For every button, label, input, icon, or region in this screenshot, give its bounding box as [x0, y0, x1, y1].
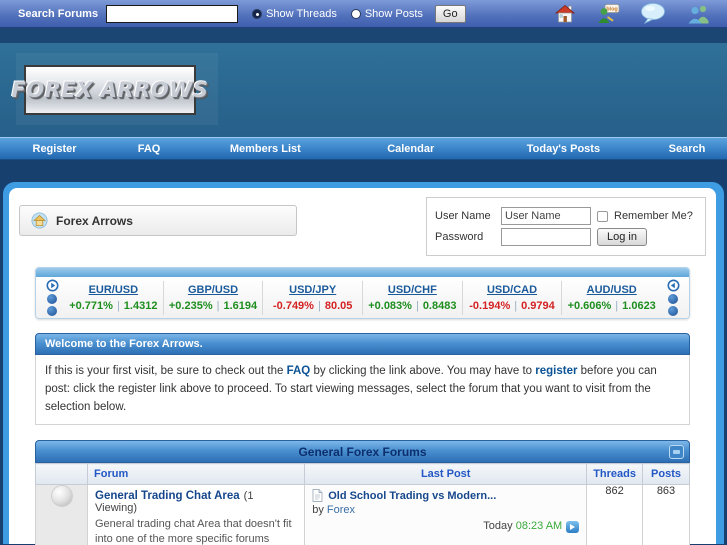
breadcrumb-home-icon	[31, 212, 48, 229]
remember-me-checkbox[interactable]	[597, 210, 608, 222]
pair-link[interactable]: USD/JPY	[289, 284, 336, 296]
pair-link[interactable]: GBP/USD	[188, 284, 238, 296]
top-search-bar: Search Forums Show Threads Show Posts Go…	[0, 0, 727, 28]
forum-link[interactable]: General Trading Chat Area	[95, 490, 240, 502]
pair-link[interactable]: EUR/USD	[89, 284, 139, 296]
pair-values: -0.194% | 0.9794	[469, 299, 555, 312]
category-title: General Forex Forums	[298, 444, 427, 459]
show-posts-radio[interactable]	[350, 8, 361, 19]
password-field[interactable]	[501, 228, 591, 246]
pair-values: +0.083% | 0.8483	[368, 299, 457, 312]
ticker-pair-usdcad: USD/CAD -0.194% | 0.9794	[461, 280, 562, 315]
pair-values: +0.235% | 1.6194	[168, 299, 258, 312]
welcome-title: Welcome to the Forex Arrows.	[35, 333, 690, 355]
welcome-message: If this is your first visit, be sure to …	[35, 355, 690, 426]
nav-register[interactable]: Register	[0, 143, 109, 155]
collapse-icon[interactable]	[669, 445, 684, 460]
username-label: User Name	[435, 210, 491, 222]
table-header-row: Forum Last Post Threads Posts	[35, 463, 690, 486]
pair-values: +0.606% | 1.0623	[567, 299, 656, 312]
ticker-dot[interactable]	[47, 294, 57, 304]
ticker-pair-usdjpy: USD/JPY -0.749% | 80.05	[262, 280, 362, 315]
ticker-dot[interactable]	[47, 306, 57, 316]
currency-ticker: EUR/USD +0.771% | 1.4312 GBP/USD +0.235% | 1…	[35, 267, 690, 319]
threads-count: 862	[586, 484, 643, 545]
blog-icon[interactable]: blog	[596, 3, 620, 24]
ticker-play-right-icon[interactable]	[46, 279, 59, 292]
goto-last-post-icon[interactable]	[566, 520, 580, 533]
breadcrumb: Forex Arrows	[19, 205, 297, 236]
show-threads-radio[interactable]	[252, 8, 263, 19]
site-logo[interactable]: FOREX ARROWS	[12, 65, 208, 115]
ticker-dot[interactable]	[668, 306, 679, 316]
breadcrumb-title: Forex Arrows	[56, 213, 133, 228]
last-post-column-header: Last Post	[304, 463, 588, 486]
username-field[interactable]	[501, 207, 591, 225]
show-threads-option[interactable]: Show Threads	[252, 8, 337, 20]
ticker-left-controls	[40, 279, 64, 316]
nav-search[interactable]: Search	[647, 143, 727, 155]
ticker-pair-audusd: AUD/USD +0.606% | 1.0623	[561, 280, 661, 315]
pair-values: -0.749% | 80.05	[272, 299, 353, 312]
ticker-pair-gbpusd: GBP/USD +0.235% | 1.6194	[162, 280, 263, 315]
ticker-top-strip	[36, 268, 689, 277]
posts-count: 863	[642, 484, 690, 545]
forums-table: Forum Last Post Threads Posts General Tr…	[35, 463, 690, 545]
remember-me-label: Remember Me?	[614, 210, 693, 222]
forum-row-general-trading: General Trading Chat Area (1 Viewing) Gen…	[35, 484, 690, 545]
show-posts-label: Show Posts	[364, 7, 423, 20]
register-link[interactable]: register	[535, 365, 577, 377]
nav-faq[interactable]: FAQ	[109, 143, 189, 155]
forum-category-section: General Forex Forums Forum Last Post Thr…	[35, 440, 690, 545]
search-input[interactable]	[106, 4, 239, 23]
nav-calendar[interactable]: Calendar	[342, 143, 480, 155]
password-label: Password	[435, 231, 484, 243]
last-post-link[interactable]: Old School Trading vs Modern...	[328, 490, 496, 502]
main-wrap: Forex Arrows User Name Remember Me? Pass…	[0, 160, 727, 545]
search-forums-label: Search Forums	[18, 7, 99, 20]
threads-column-header: Threads	[586, 463, 643, 486]
status-column-header	[35, 463, 88, 486]
welcome-box: Welcome to the Forex Arrows. If this is …	[35, 333, 690, 426]
pair-link[interactable]: USD/CAD	[487, 284, 537, 296]
forum-description: General trading chat Area that doesn't f…	[95, 518, 292, 545]
login-panel: User Name Remember Me? Password Log in	[426, 197, 706, 256]
main-navigation: Register FAQ Members List Calendar Today…	[0, 137, 727, 160]
author-link[interactable]: Forex	[327, 504, 355, 516]
login-button[interactable]: Log in	[597, 228, 647, 246]
chat-icon[interactable]	[640, 3, 666, 24]
ticker-play-left-icon[interactable]	[667, 279, 680, 292]
header-top-band	[0, 28, 727, 43]
ticker-dot[interactable]	[668, 294, 679, 304]
ticker-pair-eurusd: EUR/USD +0.771% | 1.4312	[64, 281, 163, 315]
pair-link[interactable]: USD/CHF	[388, 284, 437, 296]
site-logo-text: FOREX ARROWS	[11, 78, 209, 102]
pair-values: +0.771% | 1.4312	[69, 299, 158, 312]
community-icon[interactable]	[686, 4, 711, 24]
go-button[interactable]: Go	[434, 4, 466, 23]
category-header: General Forex Forums	[35, 440, 690, 464]
content-area: Forex Arrows User Name Remember Me? Pass…	[9, 188, 716, 545]
posts-column-header: Posts	[642, 463, 690, 486]
show-posts-option[interactable]: Show Posts	[350, 7, 423, 20]
blog-icon-text: blog	[606, 6, 618, 12]
nav-members-list[interactable]: Members List	[189, 143, 342, 155]
content-frame: Forex Arrows User Name Remember Me? Pass…	[3, 182, 724, 545]
ticker-right-controls	[661, 279, 685, 316]
show-threads-label: Show Threads	[266, 7, 337, 20]
home-icon[interactable]	[554, 4, 576, 23]
faq-link[interactable]: FAQ	[287, 365, 311, 377]
forum-column-header: Forum	[86, 463, 306, 486]
nav-todays-posts[interactable]: Today's Posts	[480, 143, 647, 155]
topbar-icon-links: blog	[554, 3, 717, 24]
ticker-pair-usdchf: USD/CHF +0.083% | 0.8483	[362, 280, 462, 315]
post-icon	[312, 489, 323, 503]
forum-status-icon	[50, 485, 73, 508]
last-post-time: Today 08:23 AM	[312, 520, 580, 533]
pair-link[interactable]: AUD/USD	[587, 284, 637, 296]
site-header: FOREX ARROWS	[0, 43, 727, 137]
